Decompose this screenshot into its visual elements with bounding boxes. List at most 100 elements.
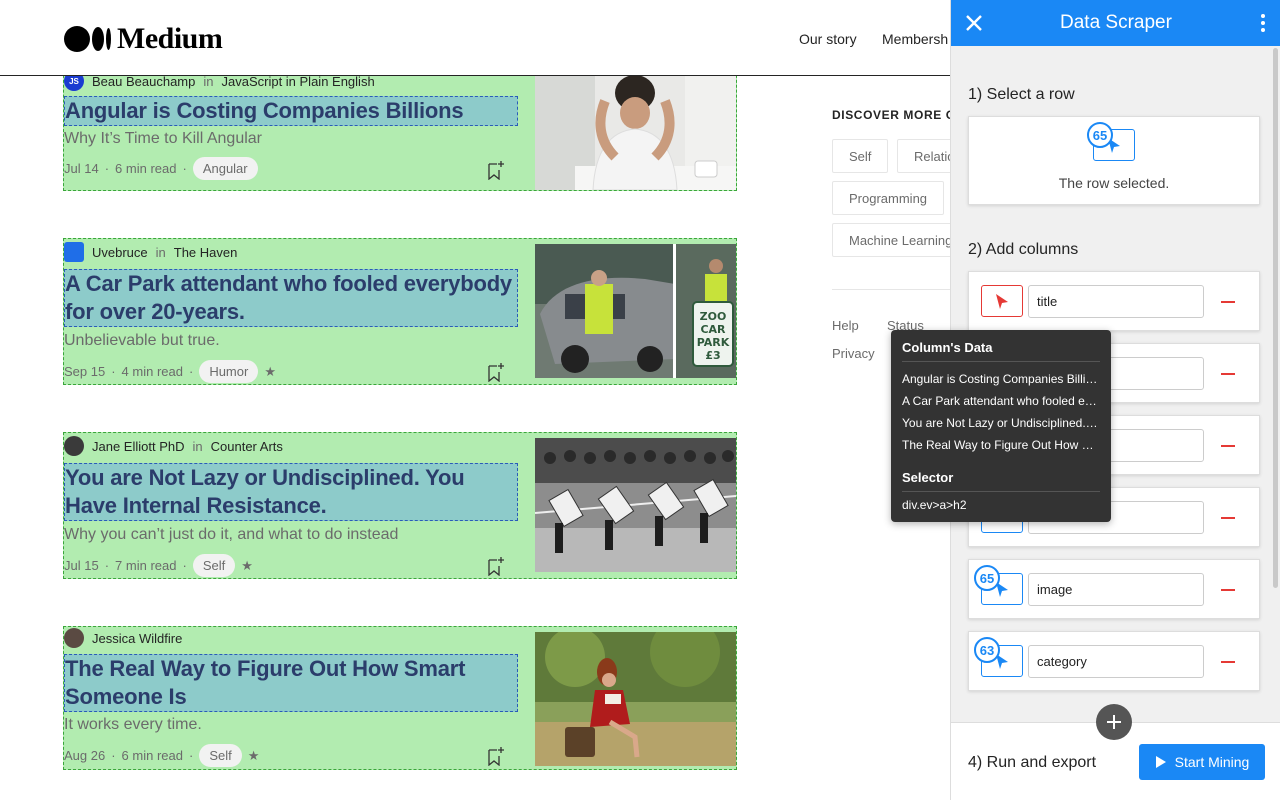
svg-text:ZOO: ZOO: [700, 310, 727, 323]
avatar[interactable]: [64, 628, 84, 648]
tooltip-data-item: A Car Park attendant who fooled everybod…: [902, 394, 1100, 408]
more-menu-icon[interactable]: [1261, 14, 1265, 32]
article-tag[interactable]: Self: [199, 744, 242, 767]
article-date: Aug 26: [64, 748, 106, 763]
publication-name[interactable]: Counter Arts: [211, 439, 283, 454]
panel-header: Data Scraper: [951, 0, 1280, 46]
bookmark-add-icon[interactable]: [487, 362, 505, 382]
svg-text:CAR: CAR: [700, 323, 726, 336]
article-read-time: 7 min read: [115, 558, 177, 573]
article-subtitle: Why It’s Time to Kill Angular: [64, 130, 262, 147]
column-card: 63 category: [968, 631, 1260, 691]
column-name-input[interactable]: category: [1028, 645, 1204, 678]
author-row: Uvebruce in The Haven: [64, 242, 237, 262]
step-run-export-title: 4) Run and export: [968, 754, 1097, 771]
page: Medium Our story Membersh JS Beau Beauch…: [0, 0, 1280, 800]
stressed-man-photo-icon: [535, 71, 736, 190]
author-name[interactable]: Jane Elliott PhD: [92, 439, 185, 454]
article-title-box[interactable]: A Car Park attendant who fooled everybod…: [64, 269, 518, 327]
article-image[interactable]: [535, 71, 736, 190]
divider: [832, 289, 952, 290]
star-icon: ★: [241, 557, 253, 573]
star-icon: ★: [264, 363, 276, 379]
remove-column-icon[interactable]: [1221, 517, 1235, 519]
article-title[interactable]: A Car Park attendant who fooled everybod…: [65, 270, 515, 326]
footer-link-help[interactable]: Help: [832, 318, 859, 333]
article-tag[interactable]: Self: [192, 554, 236, 577]
article-image[interactable]: ZOO CAR PARK £3: [535, 244, 736, 378]
remove-column-icon[interactable]: [1221, 589, 1235, 591]
topic-tag[interactable]: Machine Learning: [832, 223, 970, 257]
panel-scrollbar[interactable]: [1273, 48, 1278, 588]
bookmark-add-icon[interactable]: [487, 556, 505, 576]
step-select-row-title: 1) Select a row: [968, 86, 1075, 103]
bookmark-add-icon[interactable]: [487, 160, 505, 180]
article-card[interactable]: JS Beau Beauchamp in JavaScript in Plain…: [63, 70, 737, 191]
article-image[interactable]: [535, 632, 736, 766]
medium-logo[interactable]: Medium: [64, 22, 223, 56]
article-card[interactable]: Uvebruce in The Haven A Car Park attenda…: [63, 238, 737, 385]
tug-of-war-photo-icon: [535, 438, 736, 572]
article-date: Sep 15: [64, 364, 106, 379]
cursor-pointer-icon: [996, 294, 1008, 309]
discover-title: DISCOVER MORE O: [832, 108, 956, 122]
column-card: title: [968, 271, 1260, 331]
article-title-box[interactable]: You are Not Lazy or Undisciplined. You H…: [64, 463, 518, 521]
article-card[interactable]: Jane Elliott PhD in Counter Arts You are…: [63, 432, 737, 579]
svg-text:£3: £3: [705, 349, 720, 362]
tooltip-data-item: The Real Way to Figure Out How Smart Som…: [902, 438, 1100, 452]
tooltip-title: Column's Data: [902, 340, 1100, 362]
article-title-box[interactable]: Angular is Costing Companies Billions: [64, 96, 518, 126]
start-mining-button[interactable]: Start Mining: [1139, 744, 1265, 780]
add-column-icon[interactable]: [1096, 704, 1132, 740]
topic-tag[interactable]: Programming: [832, 181, 945, 215]
article-title[interactable]: You are Not Lazy or Undisciplined. You H…: [65, 464, 515, 520]
nav-membership[interactable]: Membersh: [882, 31, 948, 47]
remove-column-icon[interactable]: [1221, 301, 1235, 303]
article-subtitle: Unbelievable but true.: [64, 332, 220, 349]
article-title-box[interactable]: The Real Way to Figure Out How Smart Som…: [64, 654, 518, 712]
medium-logo-text: Medium: [117, 22, 223, 55]
column-card: 65 image: [968, 559, 1260, 619]
nav-our-story[interactable]: Our story: [799, 31, 857, 47]
tooltip-data-item: Angular is Costing Companies Billions: [902, 372, 1100, 386]
article-meta: Jul 14 · 6 min read · Angular: [64, 157, 258, 180]
article-card[interactable]: Jessica Wildfire The Real Way to Figure …: [63, 626, 737, 770]
remove-column-icon[interactable]: [1221, 661, 1235, 663]
panel-title: Data Scraper: [1060, 12, 1172, 33]
step-add-columns-title: 2) Add columns: [968, 241, 1079, 258]
column-count-badge: 65: [974, 565, 1000, 591]
article-meta: Aug 26 · 6 min read · Self ★: [64, 744, 259, 767]
woman-reading-photo-icon: [535, 632, 736, 766]
column-data-tooltip: Column's Data Angular is Costing Compani…: [891, 330, 1111, 522]
author-in: in: [192, 438, 203, 454]
start-mining-label: Start Mining: [1174, 754, 1250, 770]
publication-name[interactable]: The Haven: [174, 245, 238, 260]
tooltip-selector-value: div.ev>a>h2: [902, 498, 967, 512]
article-tag[interactable]: Angular: [192, 157, 258, 180]
remove-column-icon[interactable]: [1221, 373, 1235, 375]
star-icon: ★: [247, 747, 260, 763]
article-tag[interactable]: Humor: [199, 360, 259, 383]
column-picker-button[interactable]: [981, 285, 1023, 317]
topic-tag[interactable]: Self: [832, 139, 889, 173]
car-park-photo-icon: ZOO CAR PARK £3: [535, 244, 736, 378]
column-count-badge: 63: [974, 637, 1000, 663]
avatar[interactable]: [64, 436, 84, 456]
author-name[interactable]: Uvebruce: [92, 245, 148, 260]
article-read-time: 6 min read: [121, 748, 183, 763]
article-read-time: 4 min read: [121, 364, 183, 379]
avatar[interactable]: [64, 242, 84, 262]
author-row: Jessica Wildfire: [64, 628, 182, 648]
article-title[interactable]: The Real Way to Figure Out How Smart Som…: [65, 655, 515, 711]
column-name-input[interactable]: title: [1028, 285, 1204, 318]
author-name[interactable]: Jessica Wildfire: [92, 631, 182, 646]
article-meta: Jul 15 · 7 min read · Self ★: [64, 554, 253, 577]
article-image[interactable]: [535, 438, 736, 572]
remove-column-icon[interactable]: [1221, 445, 1235, 447]
bookmark-add-icon[interactable]: [487, 746, 505, 766]
footer-link-privacy[interactable]: Privacy: [832, 346, 875, 361]
article-title[interactable]: Angular is Costing Companies Billions: [65, 97, 515, 125]
column-name-input[interactable]: image: [1028, 573, 1204, 606]
article-read-time: 6 min read: [115, 161, 177, 176]
